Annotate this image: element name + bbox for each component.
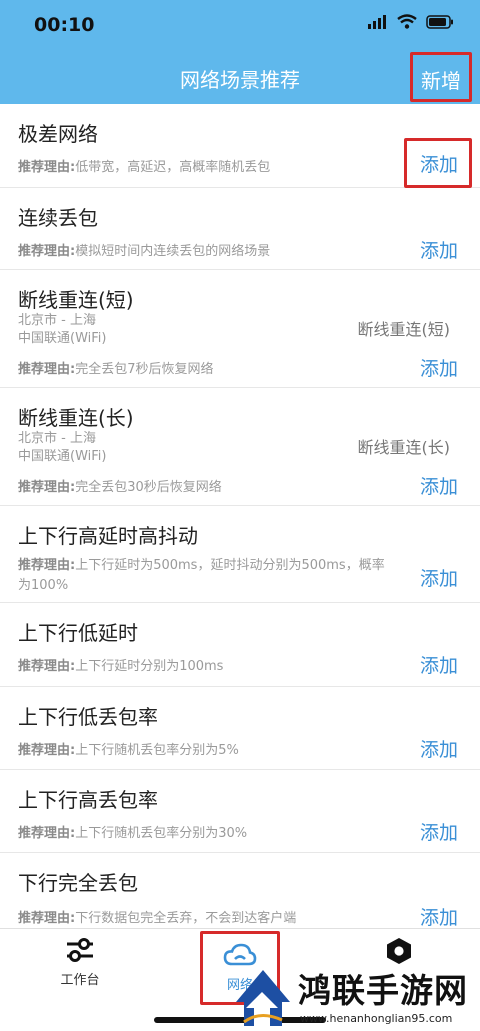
battery-icon (426, 14, 453, 29)
row-carrier: 中国联通(WiFi) (18, 331, 107, 346)
row-reason: 推荐理由:上下行延时分别为100ms (18, 657, 390, 677)
row-title: 上下行低延时 (18, 621, 138, 645)
list-item: 上下行高丢包率 推荐理由:上下行随机丢包率分别为30% 添加 (0, 770, 480, 853)
scenario-list: 极差网络 推荐理由:低带宽，高延迟，高概率随机丢包 添加 连续丢包 推荐理由:模… (0, 104, 480, 939)
add-button[interactable]: 添加 (420, 472, 458, 499)
row-reason: 推荐理由:完全丢包30秒后恢复网络 (18, 478, 390, 498)
reason-label: 推荐理由: (18, 244, 76, 259)
row-location: 北京市 - 上海 (18, 431, 96, 446)
house-logo-icon (236, 970, 290, 1026)
reason-text: 下行数据包完全丢弃，不会到达客户端 (75, 911, 297, 926)
reason-label: 推荐理由: (18, 558, 76, 573)
add-button[interactable]: 添加 (420, 651, 458, 678)
reason-label: 推荐理由: (18, 659, 76, 674)
reason-text: 完全丢包30秒后恢复网络 (75, 480, 222, 495)
reason-text: 上下行随机丢包率分别为5% (75, 743, 239, 758)
tab-label: 工作台 (60, 973, 100, 988)
list-item: 极差网络 推荐理由:低带宽，高延迟，高概率随机丢包 添加 (0, 104, 480, 188)
status-time: 00:10 (34, 14, 95, 36)
add-button[interactable]: 添加 (420, 735, 458, 762)
row-title: 下行完全丢包 (18, 871, 138, 895)
add-button[interactable]: 添加 (420, 236, 458, 263)
tab-workbench[interactable]: 工作台 (52, 937, 108, 988)
row-title: 连续丢包 (18, 206, 98, 230)
reason-label: 推荐理由: (18, 826, 76, 841)
watermark-url: www.henanhonglian95.com (300, 1012, 453, 1025)
add-button[interactable]: 添加 (420, 354, 458, 381)
status-icons (368, 14, 454, 29)
reason-label: 推荐理由: (18, 480, 76, 495)
reason-text: 完全丢包7秒后恢复网络 (75, 362, 214, 377)
reason-text: 上下行随机丢包率分别为30% (75, 826, 248, 841)
reason-label: 推荐理由: (18, 743, 76, 758)
sliders-icon (67, 938, 93, 962)
row-reason: 推荐理由:上下行随机丢包率分别为5% (18, 741, 390, 761)
list-item: 连续丢包 推荐理由:模拟短时间内连续丢包的网络场景 添加 (0, 188, 480, 270)
row-carrier: 中国联通(WiFi) (18, 449, 107, 464)
page-title: 网络场景推荐 (180, 68, 300, 92)
add-new-highlight: 新增 (410, 52, 472, 102)
row-title: 上下行高延时高抖动 (18, 524, 198, 548)
watermark: 鸿联手游网 www.henanhonglian95.com (232, 960, 480, 1031)
wifi-icon (397, 14, 417, 29)
row-reason: 推荐理由:模拟短时间内连续丢包的网络场景 (18, 242, 390, 262)
add-button[interactable]: 添加 (420, 564, 458, 591)
reason-label: 推荐理由: (18, 160, 76, 175)
row-title: 上下行低丢包率 (18, 705, 158, 729)
row-tag: 断线重连(长) (357, 438, 451, 457)
row-reason: 推荐理由:上下行延时为500ms，延时抖动分别为500ms，概率为100% (18, 556, 390, 596)
add-new-button[interactable]: 新增 (413, 65, 469, 94)
row-tag: 断线重连(短) (357, 320, 451, 339)
watermark-text: 鸿联手游网 (298, 971, 468, 1010)
add-button[interactable]: 添加 (420, 818, 458, 845)
reason-label: 推荐理由: (18, 362, 76, 377)
list-item: 上下行低丢包率 推荐理由:上下行随机丢包率分别为5% 添加 (0, 687, 480, 770)
reason-label: 推荐理由: (18, 911, 76, 926)
list-item: 上下行低延时 推荐理由:上下行延时分别为100ms 添加 (0, 603, 480, 687)
add-button[interactable]: 添加 (420, 903, 458, 930)
row-title: 断线重连(短) (18, 288, 134, 312)
add-button[interactable]: 添加 (420, 150, 458, 177)
reason-text: 低带宽，高延迟，高概率随机丢包 (75, 160, 271, 175)
row-reason: 推荐理由:低带宽，高延迟，高概率随机丢包 (18, 158, 390, 178)
row-reason: 推荐理由:上下行随机丢包率分别为30% (18, 824, 390, 844)
reason-text: 模拟短时间内连续丢包的网络场景 (75, 244, 271, 259)
list-item: 下行完全丢包 推荐理由:下行数据包完全丢弃，不会到达客户端 添加 (0, 853, 480, 939)
list-item: 断线重连(短) 北京市 - 上海 中国联通(WiFi) 断线重连(短) 推荐理由… (0, 270, 480, 388)
row-location: 北京市 - 上海 (18, 313, 96, 328)
row-reason: 推荐理由:下行数据包完全丢弃，不会到达客户端 (18, 909, 390, 929)
list-item: 断线重连(长) 北京市 - 上海 中国联通(WiFi) 断线重连(长) 推荐理由… (0, 388, 480, 506)
row-title: 上下行高丢包率 (18, 788, 158, 812)
list-item: 上下行高延时高抖动 推荐理由:上下行延时为500ms，延时抖动分别为500ms，… (0, 506, 480, 603)
row-title: 极差网络 (18, 122, 98, 146)
row-title: 断线重连(长) (18, 406, 134, 430)
reason-text: 上下行延时分别为100ms (75, 659, 224, 674)
top-bar: 00:10 网络场景推荐 新增 (0, 0, 480, 104)
row-reason: 推荐理由:完全丢包7秒后恢复网络 (18, 360, 390, 380)
signal-icon (368, 14, 386, 29)
